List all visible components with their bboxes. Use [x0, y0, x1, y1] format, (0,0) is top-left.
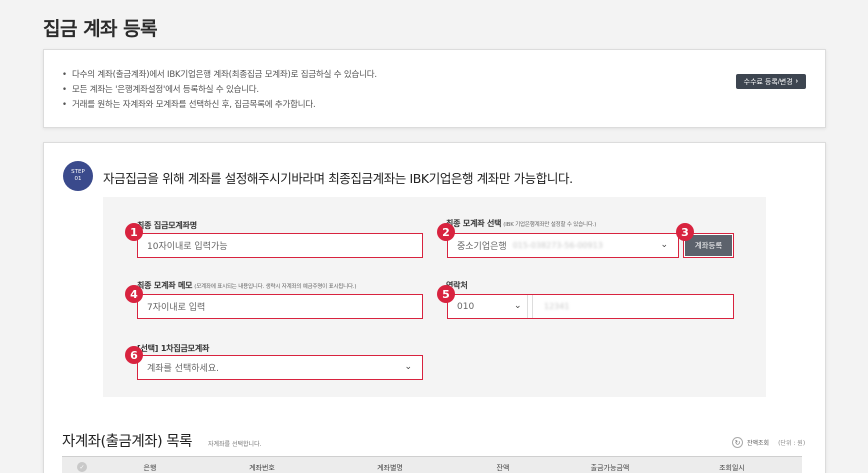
first-account-placeholder: 계좌를 선택하세요. [147, 364, 219, 374]
memo-sublabel: (모계좌에 표시되는 내용입니다. 생략시 자계좌의 예금주명이 표시됩니다.) [194, 284, 357, 290]
notice-item: 거래를 원하는 자계좌와 모계좌를 선택하신 후, 집금목록에 추가합니다. [62, 98, 377, 113]
column-header-alias: 계좌별명 [377, 464, 403, 472]
final-account-select[interactable]: 중소기업은행 015-038273-56-00913 ⌄ [447, 233, 679, 258]
contact-divider [532, 295, 533, 318]
final-name-label-text: 최종 집금모계좌명 [137, 221, 197, 230]
step-number-badge: 4 [125, 285, 143, 303]
page-title: 집금 계좌 등록 [43, 18, 158, 40]
contact-field: 010 ⌄ 12341 [447, 294, 734, 319]
step-badge: STEP 01 [63, 161, 93, 191]
account-form: 최종 집금모계좌명 10자이내로 입력가능 1 최종 모계좌 선택 (IBK 기업… [103, 197, 766, 397]
final-name-label: 최종 집금모계좌명 [137, 220, 197, 231]
final-select-sublabel: (IBK 기업은행계좌만 설정할 수 있습니다.) [503, 222, 597, 228]
column-header-balance: 잔액 [496, 464, 510, 472]
step-panel: STEP 01 자금집금을 위해 계좌를 설정해주시기바라며 최종집금계좌는 I… [43, 142, 826, 473]
final-name-placeholder: 10자이내로 입력가능 [147, 242, 228, 252]
chevron-down-icon: ⌄ [660, 240, 668, 250]
fee-button-label: 수수료 등록/변경 [743, 78, 793, 86]
fee-register-button[interactable]: 수수료 등록/변경 › [735, 74, 806, 89]
sub-account-list-title: 자계좌(출금계좌) 목록 [62, 434, 192, 450]
balance-refresh: ↻ 잔액조회 (단위 : 원) [732, 437, 805, 448]
step-badge-label: STEP [71, 169, 85, 175]
check-all-icon[interactable]: ✓ [77, 462, 87, 472]
final-select-label-text: 최종 모계좌 선택 [446, 219, 502, 228]
refresh-label[interactable]: 잔액조회 [747, 438, 769, 447]
step-badge-number: 01 [74, 176, 82, 182]
first-account-select[interactable]: 계좌를 선택하세요. ⌄ [137, 355, 423, 380]
refresh-icon[interactable]: ↻ [732, 437, 743, 448]
chevron-right-icon: › [795, 78, 798, 85]
first-account-label-text: [선택] 1차집금모계좌 [137, 344, 210, 353]
column-header-available: 출금가능금액 [590, 464, 630, 472]
column-header-bank: 은행 [143, 464, 157, 472]
step-title: 자금집금을 위해 계좌를 설정해주시기바라며 최종집금계좌는 IBK기업은행 계… [103, 171, 573, 186]
notice-box: 다수의 계좌(출금계좌)에서 IBK기업은행 계좌(최종집금 모계좌)로 집금하… [43, 49, 826, 128]
final-name-input[interactable]: 10자이내로 입력가능 [137, 233, 423, 258]
step-number-badge: 5 [437, 285, 455, 303]
unit-label: (단위 : 원) [778, 440, 806, 447]
first-account-label: [선택] 1차집금모계좌 [137, 343, 209, 354]
contact-prefix: 010 [457, 301, 475, 312]
column-header-account-number: 계좌번호 [249, 464, 275, 472]
step-number-badge: 1 [125, 223, 143, 241]
contact-divider [527, 295, 528, 318]
step-number-badge: 6 [125, 346, 143, 364]
memo-label-text: 최종 모계좌 메모 [137, 281, 193, 290]
column-header-query-time: 조회일시 [719, 464, 745, 472]
notice-item: 다수의 계좌(출금계좌)에서 IBK기업은행 계좌(최종집금 모계좌)로 집금하… [62, 68, 377, 83]
chevron-down-icon: ⌄ [404, 362, 412, 372]
memo-label: 최종 모계좌 메모 (모계좌에 표시되는 내용입니다. 생략시 자계좌의 예금주명… [137, 280, 357, 291]
chevron-down-icon: ⌄ [514, 301, 522, 311]
final-account-bank: 중소기업은행 [457, 242, 507, 252]
final-select-label: 최종 모계좌 선택 (IBK 기업은행계좌만 설정할 수 있습니다.) [446, 218, 596, 229]
step-number-badge: 3 [676, 223, 694, 241]
memo-input[interactable]: 7자이내로 입력 [137, 294, 423, 319]
memo-placeholder: 7자이내로 입력 [147, 303, 206, 313]
notice-list: 다수의 계좌(출금계좌)에서 IBK기업은행 계좌(최종집금 모계좌)로 집금하… [62, 68, 377, 113]
sub-account-list-subtitle: 자계좌를 선택합니다. [208, 441, 262, 448]
table-header: ✓ 은행 계좌번호 계좌별명 잔액 출금가능금액 조회일시 [62, 456, 802, 473]
step-number-badge: 2 [437, 223, 455, 241]
final-account-number: 015-038273-56-00913 [512, 241, 603, 250]
notice-item: 모든 계좌는 '은행계좌설정'에서 등록하실 수 있습니다. [62, 83, 377, 98]
contact-number: 12341 [544, 302, 570, 311]
